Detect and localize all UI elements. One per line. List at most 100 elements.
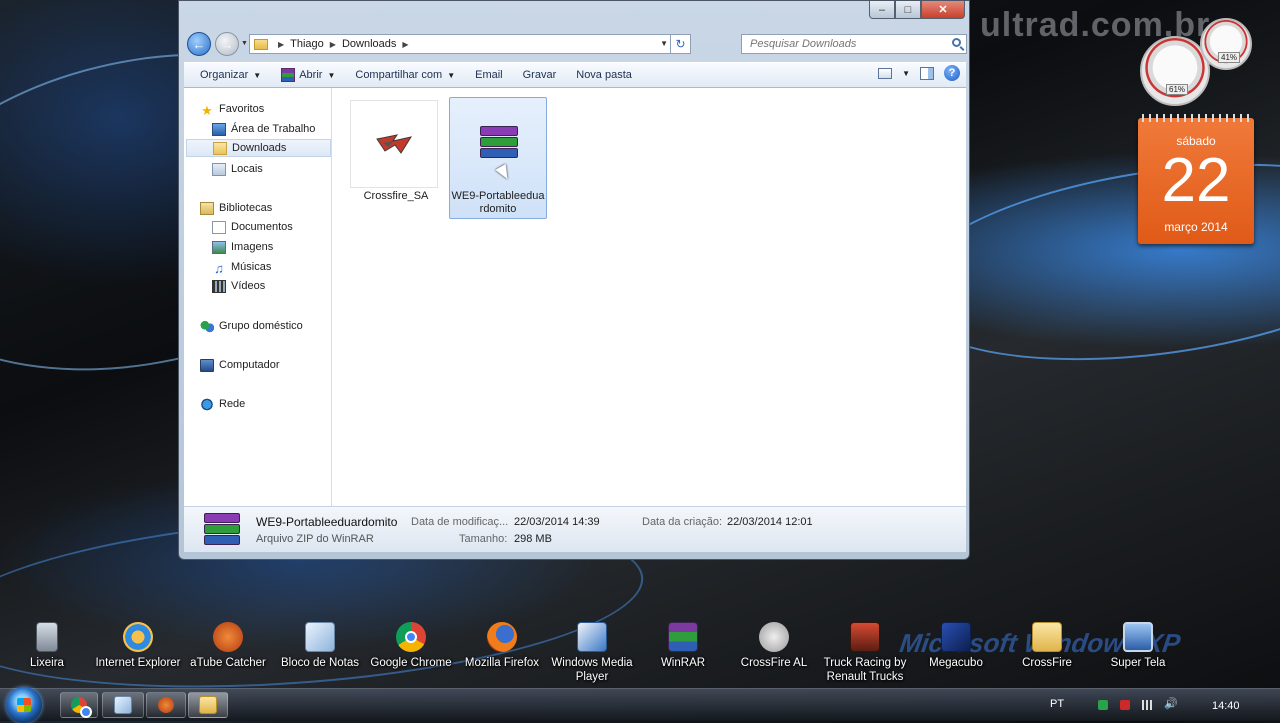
desktop-icon-label: WinRAR: [660, 657, 706, 669]
nav-desktop[interactable]: Área de Trabalho: [212, 120, 315, 138]
new-folder-button[interactable]: Nova pasta: [566, 64, 642, 86]
taskbar-atube-button[interactable]: [146, 692, 186, 718]
nav-computer[interactable]: Computador: [200, 356, 280, 374]
action-center-icon[interactable]: [1120, 700, 1130, 710]
desktop-icon-megacubo[interactable]: Megacubo: [911, 620, 1001, 670]
desktop-icon-super-tela[interactable]: Super Tela: [1093, 620, 1183, 670]
safely-remove-icon[interactable]: [1098, 700, 1108, 710]
explorer-window: – □ ✕ ← → ▼ ▶ Thiago ▶ Downloads ▶ ▼ ↻ O…: [178, 0, 970, 560]
desktop-icon-label: CrossFire: [1022, 657, 1072, 669]
taskbar-notepad-button[interactable]: [102, 692, 144, 718]
search-box[interactable]: [741, 34, 967, 54]
details-size-value: 298 MB: [514, 533, 552, 545]
open-button[interactable]: Abrir ▼: [271, 64, 345, 86]
desktop-icon-media-player[interactable]: Windows Media Player: [547, 620, 637, 684]
recent-pages-dropdown[interactable]: ▼: [241, 40, 248, 47]
change-view-icon[interactable]: [878, 67, 893, 79]
taskbar-chrome-button[interactable]: [60, 692, 98, 718]
address-bar[interactable]: ▶ Thiago ▶ Downloads ▶ ▼ ↻: [249, 34, 691, 54]
desktop-icon-label: Bloco de Notas: [281, 657, 359, 669]
cpu-percent: 61%: [1166, 84, 1189, 95]
taskbar: PT 🔊 14:40: [0, 687, 1280, 723]
organize-button[interactable]: Organizar ▼: [190, 64, 271, 86]
volume-icon[interactable]: 🔊: [1164, 697, 1178, 710]
nav-music[interactable]: ♫ Músicas: [212, 258, 271, 276]
language-indicator[interactable]: PT: [1050, 698, 1064, 710]
nav-places[interactable]: Locais: [212, 160, 263, 178]
chevron-right-icon[interactable]: ▶: [330, 40, 336, 49]
nav-documents[interactable]: Documentos: [212, 218, 293, 236]
search-icon[interactable]: [952, 38, 961, 47]
clock[interactable]: 14:40: [1212, 700, 1240, 712]
truck-racing-icon: [850, 622, 880, 652]
ram-meter-gadget[interactable]: 41%: [1200, 18, 1252, 70]
nav-homegroup[interactable]: Grupo doméstico: [200, 317, 303, 335]
desktop-icon-label: Megacubo: [929, 657, 983, 669]
file-item-selected[interactable]: WE9-Portableeduardomito: [449, 97, 547, 219]
winrar-icon: [281, 68, 296, 82]
media-player-icon: [577, 622, 607, 652]
details-modified-value: 22/03/2014 14:39: [514, 516, 600, 528]
start-button[interactable]: [6, 687, 42, 723]
desktop-icon-notepad[interactable]: Bloco de Notas: [275, 620, 365, 670]
desktop-icon-atube-catcher[interactable]: aTube Catcher: [183, 620, 273, 670]
burn-button[interactable]: Gravar: [513, 64, 567, 86]
breadcrumb-downloads[interactable]: Downloads: [342, 38, 396, 50]
desktop-icon-recycle-bin[interactable]: Lixeira: [2, 620, 92, 670]
back-button[interactable]: ←: [187, 32, 211, 56]
nav-favorites-label: Favoritos: [219, 103, 265, 115]
atube-catcher-icon: [158, 697, 174, 713]
documents-icon: [212, 220, 226, 234]
desktop-icon-winrar[interactable]: WinRAR: [638, 620, 728, 670]
search-input[interactable]: [748, 37, 942, 51]
forward-button[interactable]: →: [215, 32, 239, 56]
preview-pane-icon[interactable]: [920, 66, 934, 80]
breadcrumb-user[interactable]: Thiago: [290, 38, 324, 50]
nav-favorites[interactable]: ★ Favoritos: [200, 100, 264, 118]
nav-downloads-label: Downloads: [232, 142, 287, 154]
desktop-icon-crossfire-al[interactable]: CrossFire AL: [729, 620, 819, 670]
nav-computer-label: Computador: [219, 359, 280, 371]
downloads-folder-icon: [213, 141, 227, 155]
share-button[interactable]: Compartilhar com ▼: [345, 64, 465, 86]
folder-icon: [1032, 622, 1062, 652]
calendar-gadget[interactable]: sábado 22 março 2014: [1138, 114, 1254, 244]
nav-network[interactable]: Rede: [200, 395, 245, 413]
nav-network-label: Rede: [219, 398, 246, 410]
details-size-label: Tamanho:: [459, 533, 508, 545]
file-thumbnail: [452, 100, 540, 188]
desktop-icon-label: Super Tela: [1110, 657, 1166, 669]
nav-libraries[interactable]: Bibliotecas: [200, 199, 272, 217]
details-modified-label: Data de modificaç...: [411, 516, 509, 528]
taskbar-explorer-button[interactable]: [188, 692, 228, 718]
view-options-dropdown-icon[interactable]: ▼: [902, 69, 910, 78]
navigation-pane: ★ Favoritos Área de Trabalho Downloads Lo…: [184, 88, 332, 506]
desktop-icon-truck-racing[interactable]: Truck Racing by Renault Trucks: [820, 620, 910, 684]
close-button[interactable]: ✕: [921, 1, 965, 19]
winrar-archive-icon: [480, 126, 518, 160]
nav-downloads[interactable]: Downloads: [186, 139, 331, 157]
file-item[interactable]: Crossfire_SA: [348, 98, 444, 218]
refresh-icon[interactable]: ↻: [670, 34, 690, 54]
desktop-icon-internet-explorer[interactable]: Internet Explorer: [93, 620, 183, 670]
desktop-icon-label: Truck Racing by Renault Trucks: [823, 657, 907, 683]
open-label: Abrir: [299, 69, 323, 81]
calendar-rings: [1142, 114, 1250, 122]
maximize-button[interactable]: □: [895, 1, 921, 19]
desktop-icon-chrome[interactable]: Google Chrome: [366, 620, 456, 670]
desktop-icon-label: Google Chrome: [370, 657, 452, 669]
desktop-icon-firefox[interactable]: Mozilla Firefox: [457, 620, 547, 670]
minimize-button[interactable]: –: [869, 1, 895, 19]
network-signal-icon[interactable]: [1142, 700, 1152, 710]
help-icon[interactable]: ?: [944, 65, 960, 81]
chevron-right-icon[interactable]: ▶: [278, 40, 284, 49]
address-dropdown-icon[interactable]: ▼: [660, 39, 668, 48]
nav-videos-label: Vídeos: [231, 280, 266, 292]
email-button[interactable]: Email: [465, 64, 513, 86]
chevron-down-icon: ▼: [327, 70, 336, 80]
nav-images[interactable]: Imagens: [212, 238, 273, 256]
nav-videos[interactable]: Vídeos: [212, 277, 265, 295]
chevron-right-icon[interactable]: ▶: [402, 40, 408, 49]
winrar-archive-icon: [204, 513, 240, 545]
desktop-icon-crossfire-folder[interactable]: CrossFire: [1002, 620, 1092, 670]
